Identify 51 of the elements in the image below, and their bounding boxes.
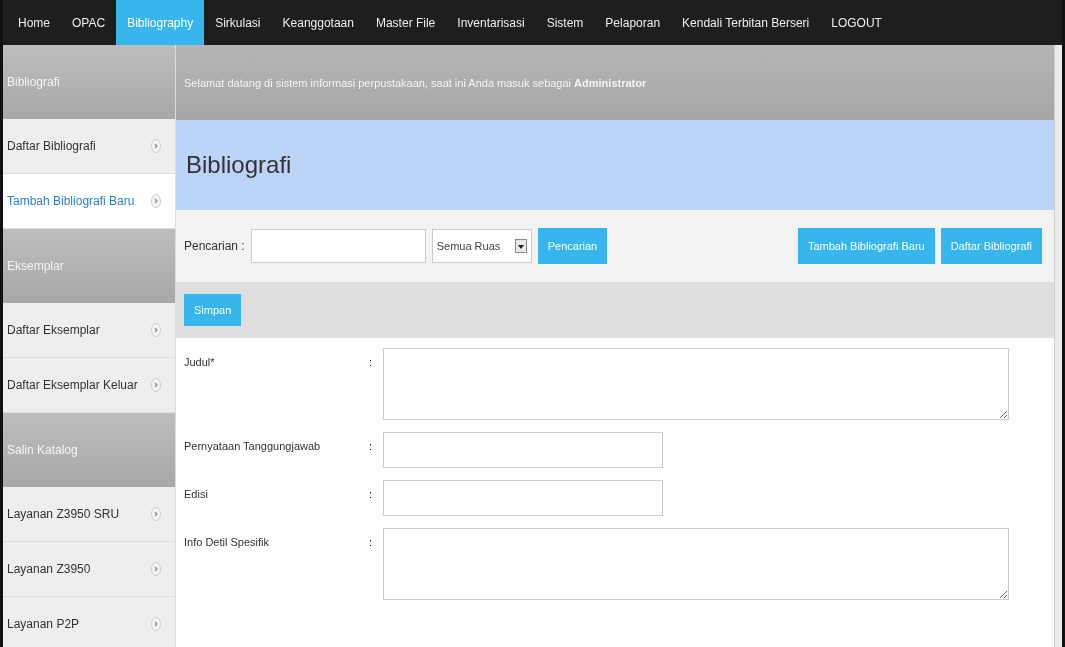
nav-tab[interactable]: LOGOUT [820, 0, 893, 45]
nav-tab[interactable]: Pelaporan [594, 0, 672, 45]
nav-tab[interactable]: Home [7, 0, 61, 45]
chevron-icon [151, 562, 161, 576]
nav-tab[interactable]: Sirkulasi [204, 0, 272, 45]
sidebar-item-label: Daftar Eksemplar Keluar [7, 378, 138, 392]
field-label: Judul* [184, 355, 216, 368]
nav-tab[interactable]: Kendali Terbitan Berseri [671, 0, 821, 45]
text-area[interactable] [383, 528, 1009, 600]
sidebar-item[interactable]: Daftar Eksemplar Keluar [3, 358, 175, 413]
sidebar-item-label: Layanan Z3950 SRU [7, 507, 120, 521]
sidebar-item-label: Layanan Z3950 [7, 562, 91, 576]
nav-tab[interactable]: Keanggotaan [271, 0, 365, 45]
text-area[interactable] [383, 348, 1009, 420]
nav-tab[interactable]: Inventarisasi [446, 0, 536, 45]
field-separator: : [369, 355, 374, 368]
field-label: Pernyataan Tanggungjawab [184, 439, 322, 452]
chevron-icon [151, 323, 161, 337]
nav-tab[interactable]: Master File [364, 0, 447, 45]
scrollbar[interactable] [1054, 45, 1062, 647]
search-label: Pencarian : [184, 239, 245, 253]
sidebar-header: Eksemplar [3, 229, 175, 303]
field-separator: : [369, 487, 374, 500]
sidebar-item-label: Layanan P2P [7, 617, 80, 631]
sidebar-item-label: Daftar Eksemplar [7, 323, 100, 337]
nav-tab[interactable]: Sistem [535, 0, 595, 45]
welcome-text: Selamat datang di sistem informasi perpustakaan, saat ini Anda masuk sebagai Administrator [184, 76, 647, 89]
sidebar-header: Salin Katalog [3, 413, 175, 487]
chevron-icon [151, 194, 161, 208]
chevron-icon [151, 617, 161, 631]
chevron-icon [151, 378, 161, 392]
input-field[interactable] [383, 432, 663, 468]
sidebar-header: Bibliografi [3, 45, 175, 119]
sidebar-item-label: Tambah Bibliografi Baru [7, 194, 135, 208]
field-label: Edisi [184, 487, 209, 500]
sidebar-item[interactable]: Layanan P2P [3, 597, 175, 647]
field-label: Info Detil Spesifik [184, 535, 270, 548]
sidebar-item[interactable]: Layanan Z3950 SRU [3, 487, 175, 542]
field-separator: : [369, 439, 374, 452]
search-field[interactable] [250, 229, 426, 263]
chevron-icon [151, 139, 161, 153]
chevron-icon [151, 507, 161, 521]
sidebar-item[interactable]: Layanan Z3950 [3, 542, 175, 597]
field-separator: : [369, 535, 374, 548]
sidebar-item[interactable]: Daftar Eksemplar [3, 303, 175, 358]
nav-tab[interactable]: OPAC [61, 0, 117, 45]
sidebar-item[interactable]: Daftar Bibliografi [3, 119, 175, 174]
page-title: Bibliografi [186, 151, 292, 179]
input-field[interactable] [383, 480, 663, 516]
scope-dropdown[interactable]: Semua Ruas [431, 229, 532, 263]
sidebar-item-label: Daftar Bibliografi [7, 139, 96, 153]
